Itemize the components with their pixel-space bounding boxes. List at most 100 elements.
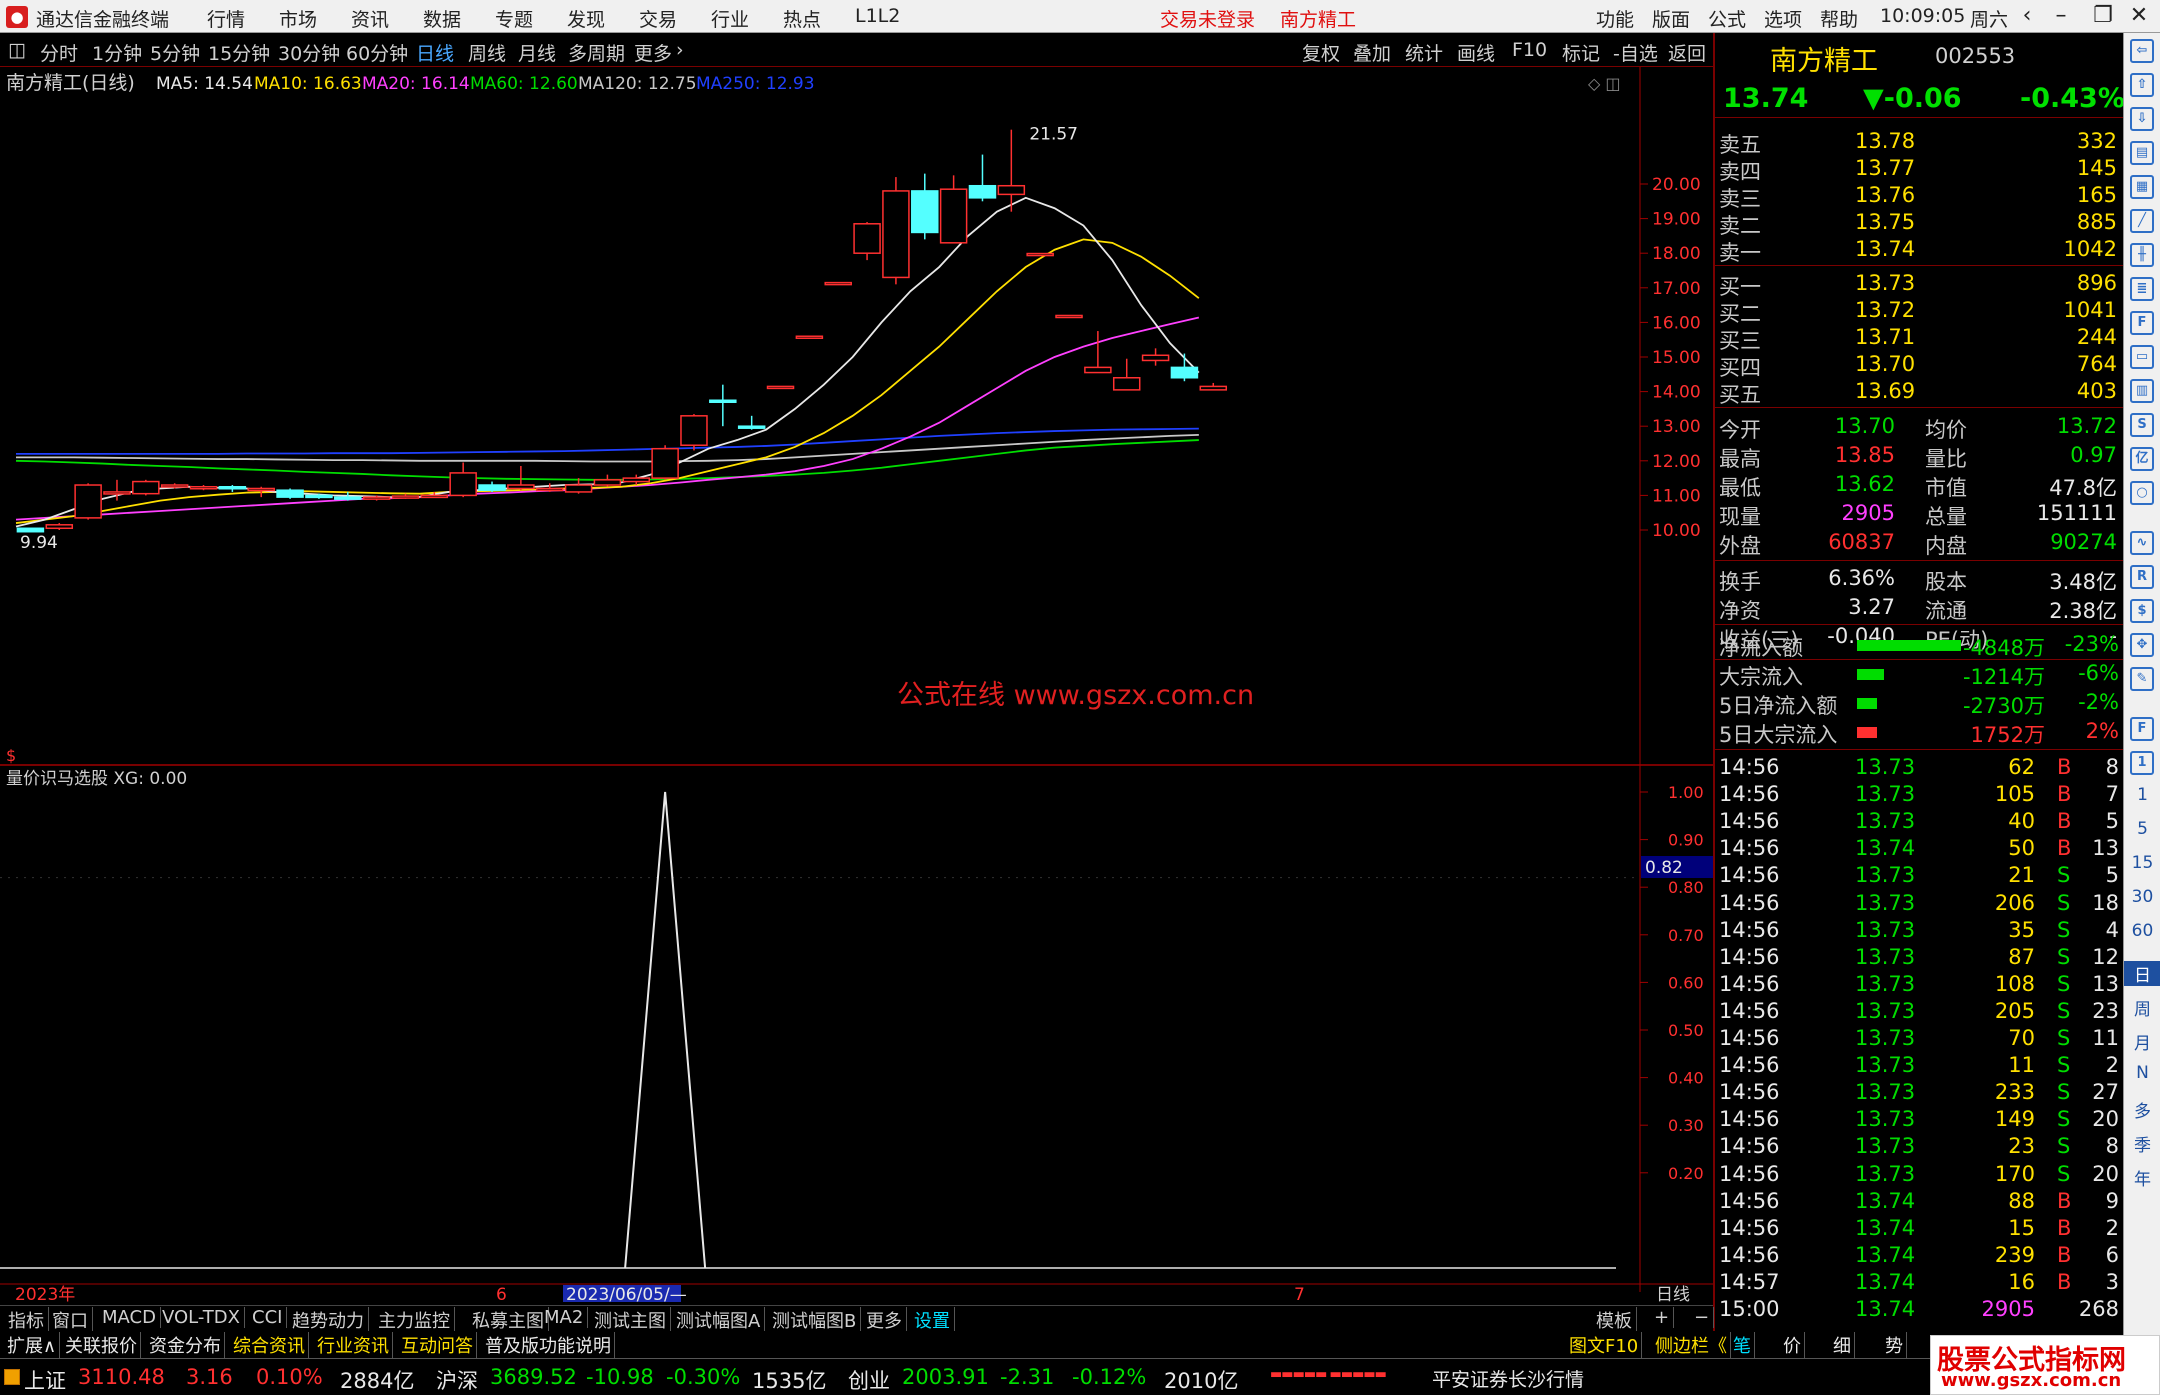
server-name[interactable]: 平安证券长沙行情 [1432, 1365, 1584, 1392]
arrow-up-icon[interactable]: ⇧ [2130, 73, 2154, 97]
indicator-tab[interactable]: 设置 [910, 1307, 955, 1333]
restore-icon[interactable]: ❐ [2086, 2, 2120, 30]
info-tab[interactable]: 关联报价 [62, 1332, 141, 1358]
side-num-60[interactable]: 60 [2124, 921, 2160, 941]
period-60min[interactable]: 60分钟 [346, 39, 408, 66]
info-tab[interactable]: 普及版功能说明 [482, 1332, 615, 1358]
info-tab[interactable]: 互动问答 [398, 1332, 477, 1358]
menu-item-hangqing[interactable]: 行情 [207, 5, 245, 32]
index-hs-name[interactable]: 沪深 [436, 1365, 478, 1395]
f10-icon[interactable]: F [2130, 311, 2154, 335]
btn-biaoji[interactable]: 标记 [1562, 39, 1600, 66]
indicator-tab[interactable]: MACD [98, 1307, 161, 1328]
side-period-multi[interactable]: 多 [2124, 1097, 2160, 1122]
minimize-icon[interactable]: – [2044, 2, 2078, 30]
list-icon[interactable]: ≣ [2130, 277, 2154, 301]
indicator-tab[interactable]: 窗口 [48, 1307, 93, 1333]
period-1min[interactable]: 1分钟 [92, 39, 142, 66]
indicator-tab[interactable]: 测试幅图A [672, 1307, 766, 1333]
wave-icon[interactable]: ∿ [2130, 531, 2154, 555]
side-num-5[interactable]: 5 [2124, 819, 2160, 839]
menu-item-zhuanti[interactable]: 专题 [495, 5, 533, 32]
menu-item-hangye[interactable]: 行业 [711, 5, 749, 32]
chevron-right-icon[interactable]: › [676, 39, 684, 61]
indicator-tab[interactable]: VOL-TDX [158, 1307, 245, 1328]
period-daily[interactable]: 日线 [416, 39, 454, 66]
chart-setting-icon[interactable]: ◇ ◫ [1588, 74, 1621, 93]
dollar-icon[interactable]: $ [2130, 599, 2154, 623]
menu-item-gongneng[interactable]: 功能 [1596, 5, 1634, 32]
menu-item-shichang[interactable]: 市场 [279, 5, 317, 32]
min-chart-icon[interactable]: 1 [2130, 751, 2154, 775]
indicator-tab[interactable]: CCI [248, 1307, 288, 1328]
yi-icon[interactable]: 亿 [2130, 447, 2154, 471]
side-num-15[interactable]: 15 [2124, 853, 2160, 873]
news-icon[interactable]: ▤ [2130, 141, 2154, 165]
side-period-month[interactable]: 月 [2124, 1029, 2160, 1054]
indicator-tab[interactable]: MA2 [540, 1307, 589, 1328]
btn-fanhui[interactable]: 返回 [1668, 39, 1706, 66]
menu-item-shuju[interactable]: 数据 [423, 5, 461, 32]
indicator-tab[interactable]: 测试主图 [590, 1307, 671, 1333]
period-more[interactable]: 更多 [634, 39, 672, 66]
period-multi[interactable]: 多周期 [568, 39, 625, 66]
side-period-year[interactable]: 年 [2124, 1165, 2160, 1190]
btn-f10[interactable]: F10 [1512, 39, 1547, 61]
indicator-tab[interactable]: 指标 [4, 1307, 49, 1333]
arrow-down-icon[interactable]: ⇩ [2130, 107, 2154, 131]
login-status[interactable]: 交易未登录 [1160, 5, 1255, 32]
indicator-tab[interactable]: 测试幅图B [768, 1307, 862, 1333]
btn-huaxian[interactable]: 画线 [1457, 39, 1495, 66]
table-icon[interactable]: ▥ [2130, 379, 2154, 403]
period-5min[interactable]: 5分钟 [150, 39, 200, 66]
menu-item-bangzhu[interactable]: 帮助 [1820, 5, 1858, 32]
line-chart-icon[interactable]: ╱ [2130, 209, 2154, 233]
indicator-tab[interactable]: 更多 [862, 1307, 907, 1333]
template-control[interactable]: − [1690, 1307, 1715, 1328]
kline-icon[interactable]: ╫ [2130, 243, 2154, 267]
template-control[interactable]: 模板 [1592, 1307, 1637, 1333]
menu-item-jiaoyi[interactable]: 交易 [639, 5, 677, 32]
menu-item-zixun[interactable]: 资讯 [351, 5, 389, 32]
btn-fuquan[interactable]: 复权 [1302, 39, 1340, 66]
period-15min[interactable]: 15分钟 [208, 39, 270, 66]
fs-icon[interactable]: S [2130, 413, 2154, 437]
period-30min[interactable]: 30分钟 [278, 39, 340, 66]
arrow-left-icon[interactable]: ⇦ [2130, 39, 2154, 63]
info-tab[interactable]: 综合资讯 [230, 1332, 309, 1358]
info-right-tab[interactable]: 势 [1882, 1332, 1907, 1358]
info-right-tab[interactable]: 笔 [1730, 1332, 1755, 1358]
indicator-tab[interactable]: 私募主图 [468, 1307, 549, 1333]
menu-item-l1l2[interactable]: L1L2 [855, 5, 900, 27]
info-right-tab[interactable]: 图文F10 [1566, 1332, 1643, 1358]
menu-item-banmian[interactable]: 版面 [1652, 5, 1690, 32]
menu-item-xuanxiang[interactable]: 选项 [1764, 5, 1802, 32]
kline-chart[interactable]: 20.00 19.00 18.00 17.00 16.00 15.00 14.00 13.00… [0, 67, 1713, 1302]
move-icon[interactable]: ✥ [2130, 633, 2154, 657]
info-tab[interactable]: 资金分布 [146, 1332, 225, 1358]
menu-item-faxian[interactable]: 发现 [567, 5, 605, 32]
rsi-icon[interactable]: R [2130, 565, 2154, 589]
status-square-icon[interactable] [4, 1369, 20, 1385]
back-icon[interactable]: ‹ [2010, 2, 2044, 30]
close-icon[interactable]: ✕ [2122, 2, 2156, 30]
template-control[interactable]: + [1650, 1307, 1675, 1328]
index-sh-name[interactable]: 上证 [24, 1365, 66, 1395]
doc-icon[interactable]: ▭ [2130, 345, 2154, 369]
period-weekly[interactable]: 周线 [468, 39, 506, 66]
fs-chart-icon[interactable]: F [2130, 717, 2154, 741]
indicator-tab[interactable]: 趋势动力 [288, 1307, 369, 1333]
info-tab[interactable]: 扩展∧ [4, 1332, 61, 1358]
side-period-n[interactable]: N [2124, 1063, 2160, 1083]
btn-tongji[interactable]: 统计 [1405, 39, 1443, 66]
menu-item-redian[interactable]: 热点 [783, 5, 821, 32]
side-period-week[interactable]: 周 [2124, 995, 2160, 1020]
period-monthly[interactable]: 月线 [518, 39, 556, 66]
side-period-season[interactable]: 季 [2124, 1131, 2160, 1156]
info-right-tab[interactable]: 侧边栏《 [1652, 1332, 1731, 1358]
period-fenshi[interactable]: 分时 [40, 39, 78, 66]
pen-icon[interactable]: ✎ [2130, 667, 2154, 691]
indicator-tab[interactable]: 主力监控 [374, 1307, 455, 1333]
side-period-day[interactable]: 日 [2124, 961, 2160, 986]
btn-diejia[interactable]: 叠加 [1353, 39, 1391, 66]
